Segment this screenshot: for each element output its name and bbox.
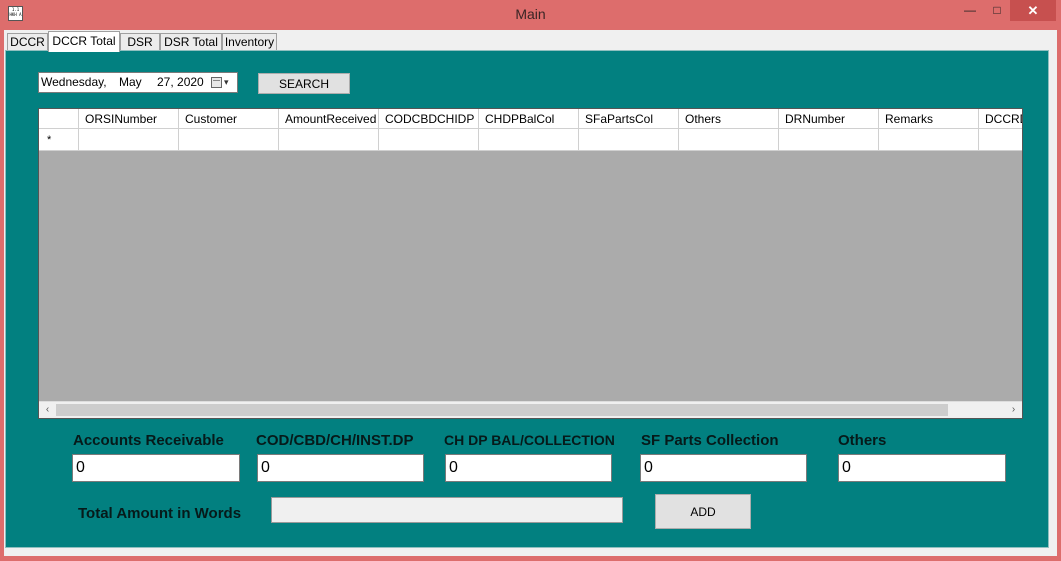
calendar-icon[interactable] [211,77,222,88]
chevron-down-icon[interactable]: ▾ [224,73,229,92]
accounts-receivable-label: Accounts Receivable [73,432,224,449]
table-row[interactable] [39,129,1022,151]
window-bottom-edge [0,556,1061,561]
dccr-total-panel: Wednesday, May 27, 2020 ▾ SEARCH ORSINum… [5,50,1049,548]
total-words-label: Total Amount in Words [78,505,242,522]
ch-dp-bal-input[interactable] [445,454,612,482]
minimize-button[interactable]: — [956,0,984,21]
column-header[interactable]: Others [679,109,779,129]
new-row-marker: * [47,134,52,146]
column-header[interactable]: Remarks [879,109,979,129]
ch-dp-bal-label: CH DP BAL/COLLECTION [444,432,615,448]
grid-cell[interactable] [79,129,179,151]
row-header-corner [39,109,79,129]
sf-parts-input[interactable] [640,454,807,482]
column-header[interactable]: DCCRD [979,109,1022,129]
scroll-right-icon[interactable]: › [1005,402,1022,418]
tab-dsr-total[interactable]: DSR Total [160,33,222,51]
date-weekday: Wednesday, [41,75,107,89]
grid-cell[interactable] [779,129,879,151]
cod-cbd-input[interactable] [257,454,424,482]
title-bar: 1.1 HKH A Main — □ ✕ [0,0,1061,30]
close-button[interactable]: ✕ [1010,0,1056,21]
column-header[interactable]: Customer [179,109,279,129]
grid-cell[interactable] [579,129,679,151]
accounts-receivable-input[interactable] [72,454,240,482]
window-title: Main [515,6,546,22]
tab-dccr-total[interactable]: DCCR Total [48,31,120,52]
cod-cbd-label: COD/CBD/CH/INST.DP [256,432,414,449]
sf-parts-label: SF Parts Collection [641,432,779,449]
date-picker[interactable]: Wednesday, May 27, 2020 ▾ [38,72,238,93]
grid-cell[interactable] [979,129,1022,151]
grid-cell[interactable] [179,129,279,151]
grid-cell[interactable] [879,129,979,151]
column-header[interactable]: DRNumber [779,109,879,129]
horizontal-scrollbar[interactable]: ‹ › [39,401,1022,418]
tab-dsr[interactable]: DSR [120,33,160,51]
column-header[interactable]: CHDPBalCol [479,109,579,129]
column-header[interactable]: AmountReceived [279,109,379,129]
others-input[interactable] [838,454,1006,482]
grid-cell[interactable] [679,129,779,151]
grid-cell[interactable] [479,129,579,151]
column-header[interactable]: ORSINumber [79,109,179,129]
others-label: Others [838,432,887,449]
grid-header-row: ORSINumber Customer AmountReceived CODCB… [39,109,1022,129]
add-button[interactable]: ADD [655,494,751,529]
tab-inventory[interactable]: Inventory [222,33,277,51]
total-words-input[interactable] [271,497,623,523]
date-day-year: 27, 2020 [157,75,204,89]
maximize-button[interactable]: □ [984,0,1010,21]
grid-cell[interactable] [279,129,379,151]
data-grid[interactable]: ORSINumber Customer AmountReceived CODCB… [38,108,1023,419]
scroll-left-icon[interactable]: ‹ [39,402,56,418]
scroll-thumb[interactable] [56,404,948,416]
grid-cell[interactable] [379,129,479,151]
tab-dccr[interactable]: DCCR [7,33,48,51]
search-button[interactable]: SEARCH [258,73,350,94]
column-header[interactable]: CODCBDCHIDP [379,109,479,129]
column-header[interactable]: SFaPartsCol [579,109,679,129]
date-month: May [119,75,142,89]
